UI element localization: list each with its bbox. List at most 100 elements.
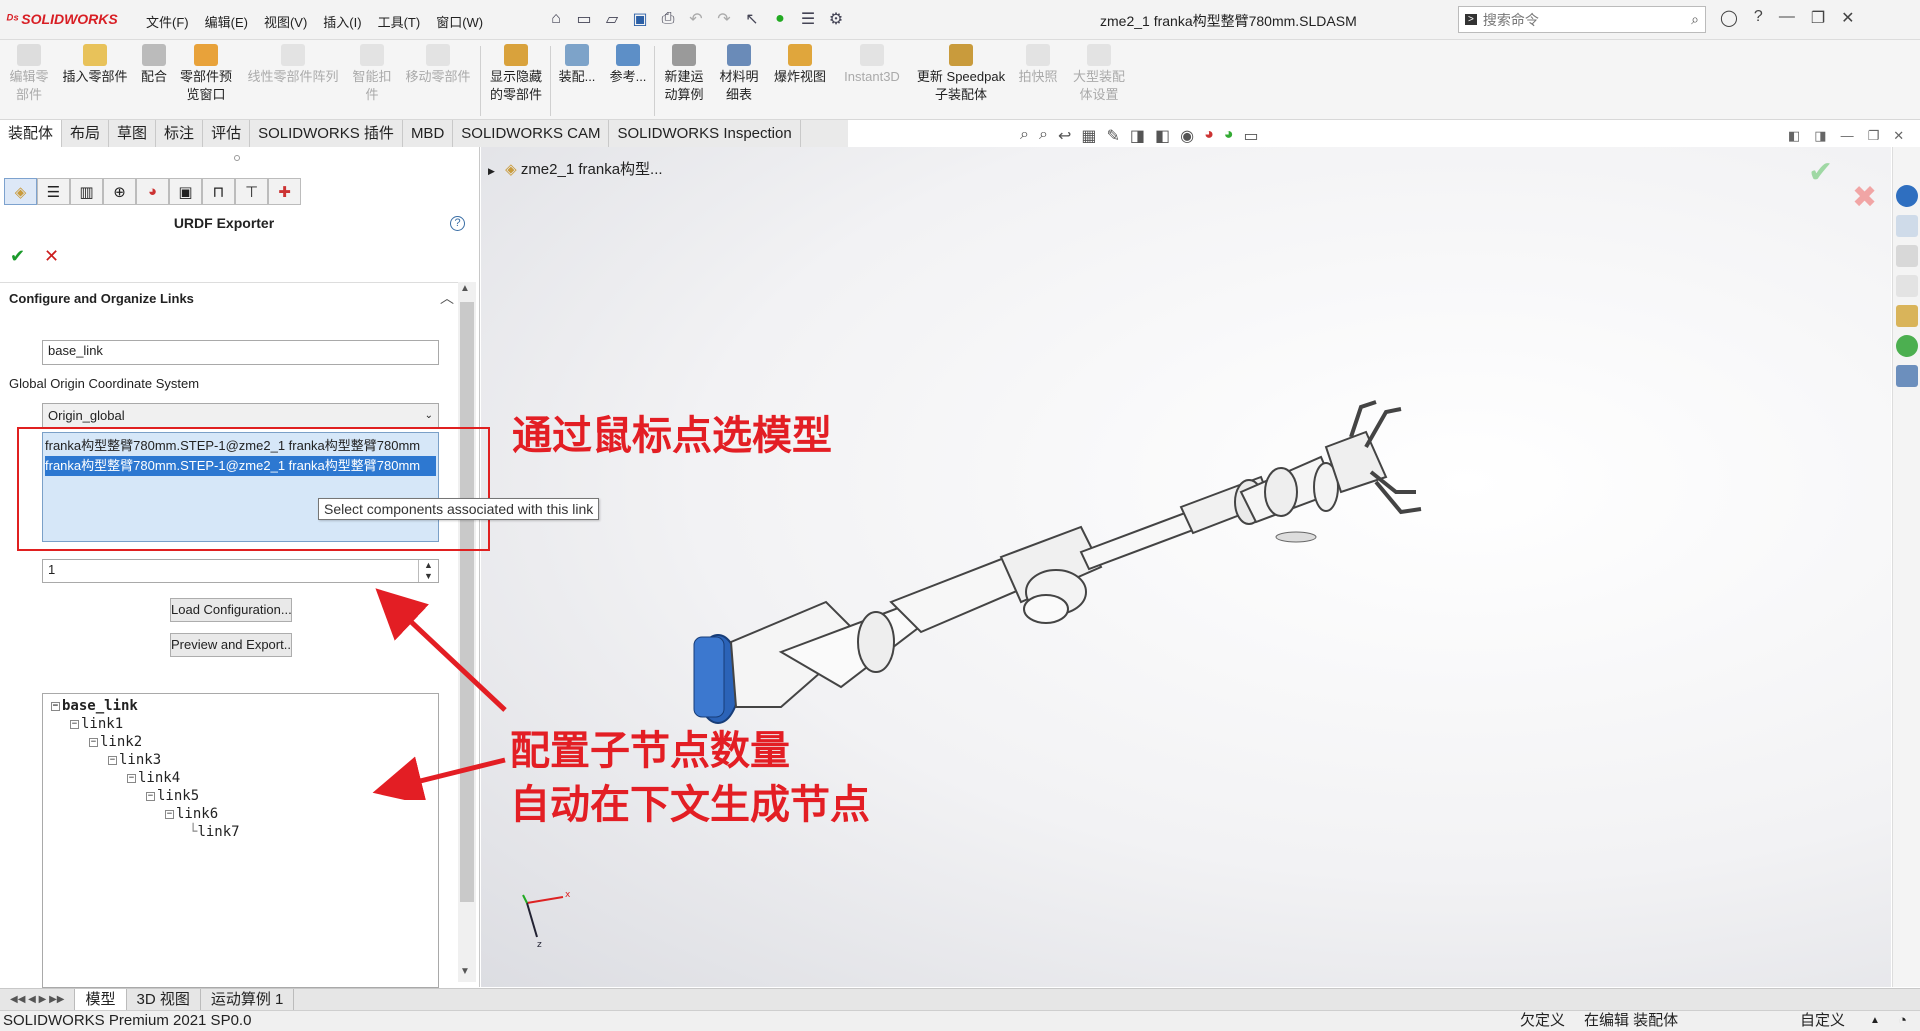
spin-up-icon[interactable]: ▲ xyxy=(419,560,438,571)
home-icon[interactable]: ⌂ xyxy=(545,8,567,30)
link-name-input[interactable]: base_link xyxy=(42,340,439,365)
scroll-up-arrow-icon[interactable]: ▲ xyxy=(460,283,470,294)
property-manager-tab-icon[interactable]: ☰ xyxy=(37,178,70,205)
section-view-icon[interactable]: ▦ xyxy=(1081,126,1096,146)
file-explorer-icon[interactable] xyxy=(1895,245,1918,267)
tree-node-link2[interactable]: − link2 xyxy=(89,734,142,750)
open-folder-icon[interactable]: ▱ xyxy=(601,8,623,30)
new-motion-study-button[interactable]: 新建运 动算例 xyxy=(658,44,710,104)
view-settings-icon[interactable]: ▭ xyxy=(1243,126,1258,146)
view-palette-icon[interactable] xyxy=(1895,275,1918,297)
split-left-icon[interactable]: ◧ xyxy=(1788,128,1800,144)
collapse-icon[interactable]: − xyxy=(70,719,79,729)
panel-splitter-handle[interactable] xyxy=(234,155,240,161)
apply-scene-icon[interactable]: ◕ xyxy=(1224,126,1234,146)
search-icon[interactable]: ⌕ xyxy=(1691,11,1699,28)
configuration-manager-tab-icon[interactable]: ▥ xyxy=(70,178,103,205)
save-icon[interactable]: ▣ xyxy=(629,8,651,30)
preview-and-export-button[interactable]: Preview and Export... xyxy=(170,633,292,657)
collapse-icon[interactable]: − xyxy=(108,755,117,765)
show-hidden-components-button[interactable]: 显示隐藏 的零部件 xyxy=(484,44,548,104)
tab-nav-arrows[interactable]: ◀◀ ◀ ▶ ▶▶ xyxy=(0,988,76,1011)
redo-icon[interactable]: ↷ xyxy=(713,8,735,30)
tree-node-base-link[interactable]: − base_link xyxy=(51,698,138,714)
bill-of-materials-button[interactable]: 材料明 细表 xyxy=(714,44,764,104)
print-icon[interactable]: ⎙ xyxy=(657,8,679,30)
feature-manager-tab-icon[interactable]: ◈ xyxy=(4,178,37,205)
cam-tools-tab-icon[interactable]: ⊤ xyxy=(235,178,268,205)
tab-motion-study[interactable]: 运动算例 1 xyxy=(201,988,295,1011)
zoom-to-fit-icon[interactable]: ⌕ xyxy=(1020,126,1029,146)
zoom-to-area-icon[interactable]: ⌕ xyxy=(1039,126,1048,146)
menu-file[interactable]: 文件(F) xyxy=(138,10,197,33)
collapse-icon[interactable]: − xyxy=(127,773,136,783)
confirm-corner-cancel-icon[interactable]: ✖ xyxy=(1852,180,1877,215)
insert-components-button[interactable]: 插入零部件 xyxy=(58,44,132,86)
feature-tree-root[interactable]: ▶ ◈ zme2_1 franka构型... xyxy=(488,158,663,179)
select-cursor-icon[interactable]: ↖ xyxy=(741,8,763,30)
split-right-icon[interactable]: ◨ xyxy=(1814,128,1826,144)
minimize-doc-icon[interactable]: — xyxy=(1841,128,1854,144)
tab-solidworks-inspection[interactable]: SOLIDWORKS Inspection xyxy=(609,120,801,147)
tree-node-link1[interactable]: − link1 xyxy=(70,716,123,732)
tab-model[interactable]: 模型 xyxy=(75,988,127,1011)
units-up-icon[interactable]: ▲ xyxy=(1870,1011,1880,1031)
custom-properties-icon[interactable] xyxy=(1895,335,1918,357)
view-orientation-icon[interactable]: ◨ xyxy=(1130,126,1145,146)
collapse-section-icon[interactable]: ︿ xyxy=(440,288,454,308)
undo-icon[interactable]: ↶ xyxy=(685,8,707,30)
hide-show-items-icon[interactable]: ◉ xyxy=(1180,126,1194,146)
menu-edit[interactable]: 编辑(E) xyxy=(197,10,256,33)
edit-component-button[interactable]: 编辑零 部件 xyxy=(4,44,54,104)
tree-node-link4[interactable]: − link4 xyxy=(127,770,180,786)
dynamic-annotation-icon[interactable]: ✎ xyxy=(1106,126,1119,146)
design-library-icon[interactable] xyxy=(1895,215,1918,237)
collapse-icon[interactable]: − xyxy=(89,737,98,747)
robot-arm-model[interactable] xyxy=(481,147,1891,987)
tree-node-link6[interactable]: − link6 xyxy=(165,806,218,822)
expand-arrow-icon[interactable]: ▶ xyxy=(488,166,495,176)
solidworks-resources-icon[interactable] xyxy=(1895,185,1918,207)
menu-insert[interactable]: 插入(I) xyxy=(315,10,369,33)
search-commands-box[interactable]: > 搜索命令 ⌕ xyxy=(1458,6,1706,33)
section-header[interactable]: Configure and Organize Links xyxy=(0,282,460,316)
cancel-x-icon[interactable]: ✕ xyxy=(44,246,59,267)
close-icon[interactable]: ✕ xyxy=(1841,8,1854,28)
help-icon[interactable]: ? xyxy=(450,216,465,231)
menu-tools[interactable]: 工具(T) xyxy=(370,10,429,33)
minimize-icon[interactable]: — xyxy=(1779,8,1795,28)
tree-node-link5[interactable]: − link5 xyxy=(146,788,199,804)
tab-sketch[interactable]: 草图 xyxy=(109,120,157,147)
tab-markup[interactable]: 标注 xyxy=(156,120,204,147)
linear-pattern-button[interactable]: 线性零部件阵列 xyxy=(242,44,344,86)
collapse-icon[interactable]: − xyxy=(51,701,60,711)
child-count-spinner[interactable]: ▲ ▼ xyxy=(418,560,438,582)
file-properties-icon[interactable]: ☰ xyxy=(797,8,819,30)
exploded-view-button[interactable]: 爆炸视图 xyxy=(768,44,832,86)
rebuild-traffic-light-icon[interactable]: ● xyxy=(769,8,791,30)
confirm-corner-ok-icon[interactable]: ✔ xyxy=(1808,155,1833,190)
update-speedpak-button[interactable]: 更新 Speedpak 子装配体 xyxy=(912,44,1010,104)
options-gear-icon[interactable]: ⚙ xyxy=(825,8,847,30)
tab-assembly[interactable]: 装配体 xyxy=(0,120,63,147)
smart-fasteners-button[interactable]: 智能扣 件 xyxy=(348,44,396,104)
tree-node-link7[interactable]: └link7 xyxy=(189,824,240,840)
reference-geometry-button[interactable]: 参考... xyxy=(604,44,652,86)
status-units[interactable]: 自定义 xyxy=(1800,1011,1845,1031)
collapse-icon[interactable]: − xyxy=(146,791,155,801)
assembly-features-button[interactable]: 装配... xyxy=(554,44,600,86)
mate-button[interactable]: 配合 xyxy=(136,44,172,86)
appearances-icon[interactable] xyxy=(1895,305,1918,327)
cam-manager-tab-icon[interactable]: ▣ xyxy=(169,178,202,205)
solidworks-logo[interactable]: ᴰˢ SOLIDWORKS xyxy=(6,8,118,30)
tab-evaluate[interactable]: 评估 xyxy=(203,120,251,147)
large-assembly-settings-button[interactable]: 大型装配 体设置 xyxy=(1066,44,1132,104)
help-icon[interactable]: ? xyxy=(1754,8,1763,28)
menu-window[interactable]: 窗口(W) xyxy=(428,10,491,33)
dimxpert-manager-tab-icon[interactable]: ⊕ xyxy=(103,178,136,205)
tab-mbd[interactable]: MBD xyxy=(403,120,454,147)
scroll-down-arrow-icon[interactable]: ▼ xyxy=(460,966,470,977)
ok-checkmark-icon[interactable]: ✔ xyxy=(10,246,25,267)
close-doc-icon[interactable]: ✕ xyxy=(1893,128,1904,144)
user-account-icon[interactable]: ◯ xyxy=(1720,8,1738,28)
